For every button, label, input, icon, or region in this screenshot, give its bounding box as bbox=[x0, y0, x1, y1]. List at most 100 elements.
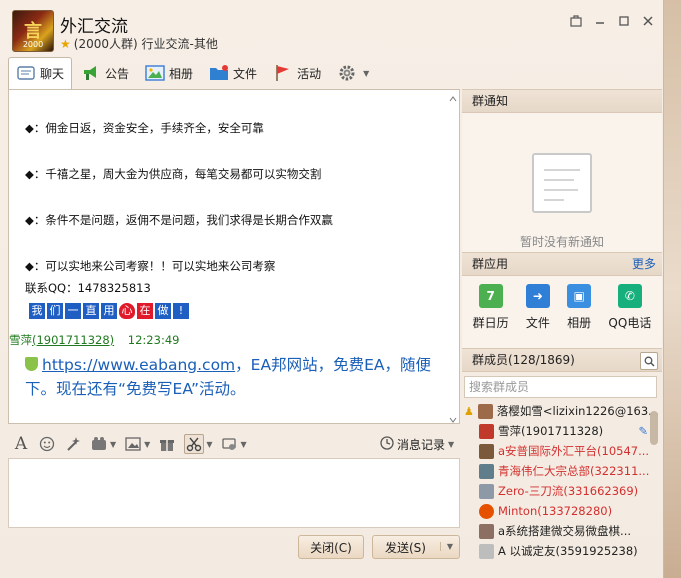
banner-char: 用 bbox=[101, 303, 117, 319]
sender-id[interactable]: (1901711328) bbox=[32, 333, 114, 347]
history-label: 消息记录 bbox=[397, 438, 446, 452]
chevron-down-icon: ▼ bbox=[363, 68, 370, 78]
right-panel: 群通知 暂时没有新通知 群应用 更多 7 群日历 ➜ 文件 ▣ 相册 ✆ QQ电… bbox=[462, 89, 662, 578]
tab-label: 公告 bbox=[105, 66, 130, 81]
avatar bbox=[479, 423, 494, 439]
phone-icon: ✆ bbox=[617, 284, 642, 308]
chevron-down-icon[interactable]: ▼ bbox=[144, 440, 150, 449]
banner-char: 一 bbox=[65, 303, 81, 319]
maximize-icon[interactable] bbox=[617, 14, 631, 28]
magic-icon[interactable] bbox=[64, 435, 82, 453]
member-list-scrollbar[interactable] bbox=[650, 411, 658, 445]
apps-title: 群应用 bbox=[472, 257, 509, 271]
member-name: a安普国际外汇平台(10547... bbox=[498, 444, 650, 458]
banner-char: 直 bbox=[83, 303, 99, 319]
chevron-down-icon[interactable]: ▼ bbox=[110, 440, 116, 449]
folder-icon bbox=[209, 64, 229, 82]
member-item[interactable]: 雪萍(1901711328) ✎ bbox=[464, 421, 660, 441]
tab-album[interactable]: 相册 bbox=[138, 58, 200, 88]
slogan-banner: 我 们 一 直 用 心 在 做 ! bbox=[29, 303, 189, 319]
minimize-icon[interactable] bbox=[593, 14, 607, 28]
scroll-up-icon[interactable] bbox=[449, 92, 457, 102]
close-button[interactable]: 关闭(C) bbox=[298, 535, 364, 559]
app-files[interactable]: ➜ 文件 bbox=[525, 276, 550, 348]
skin-icon[interactable] bbox=[569, 14, 583, 28]
shake-icon[interactable] bbox=[220, 435, 238, 453]
avatar bbox=[479, 483, 494, 499]
tab-chat[interactable]: 聊天 bbox=[8, 57, 73, 89]
notice-title: 群通知 bbox=[472, 94, 509, 108]
scroll-down-icon[interactable] bbox=[449, 413, 457, 423]
group-title: 外汇交流 bbox=[60, 17, 128, 37]
notice-header: 群通知 bbox=[462, 89, 662, 113]
group-tabs: 聊天 公告 相册 文件 活动 ▼ bbox=[8, 57, 376, 89]
gift-icon[interactable] bbox=[158, 435, 176, 453]
member-item[interactable]: a系统搭建微交易微盘棋... bbox=[464, 521, 660, 541]
app-label: 群日历 bbox=[472, 316, 509, 330]
chat-messages[interactable]: ◆：佣金日返，资金安全，手续齐全，安全可靠 ◆：千禧之星，周大金为供应商，每笔交… bbox=[8, 89, 460, 424]
gear-icon bbox=[337, 64, 357, 82]
edit-icon[interactable]: ✎ bbox=[638, 424, 648, 438]
message-input[interactable] bbox=[8, 458, 460, 528]
tab-label: 活动 bbox=[297, 66, 322, 81]
eabang-link[interactable]: https://www.eabang.com bbox=[42, 356, 235, 374]
message-history-button[interactable]: 消息记录 ▼ bbox=[380, 436, 454, 453]
notice-empty-text: 暂时没有新通知 bbox=[519, 235, 604, 249]
member-search-input[interactable]: 搜索群成员 bbox=[464, 376, 657, 398]
search-icon[interactable] bbox=[640, 352, 658, 370]
banner-char: 我 bbox=[29, 303, 45, 319]
app-label: 相册 bbox=[567, 316, 592, 330]
app-qq-phone[interactable]: ✆ QQ电话 bbox=[608, 276, 651, 348]
flag-icon bbox=[273, 64, 293, 82]
member-item[interactable]: 青海伟仁大宗总部(322311... bbox=[464, 461, 660, 481]
member-item[interactable]: ♟ 落樱如雪<lizixin1226@163... bbox=[464, 401, 660, 421]
qq-contact-line: 联系QQ：1478325813 bbox=[25, 281, 151, 295]
close-icon[interactable] bbox=[641, 14, 655, 28]
member-item[interactable]: A 以诚定友(3591925238) bbox=[464, 541, 660, 561]
tab-files[interactable]: 文件 bbox=[202, 58, 264, 88]
link-message: https://www.eabang.com，EA邦网站，免费EA，随便下。现在… bbox=[25, 353, 445, 401]
member-item[interactable]: Zero-三刀流(331662369) bbox=[464, 481, 660, 501]
sender-name[interactable]: 雪萍 bbox=[9, 333, 32, 347]
chat-line: ◆：可以实地来公司考察！！可以实地来公司考察 bbox=[25, 259, 276, 273]
send-button[interactable]: 发送(S) ▼ bbox=[372, 535, 460, 559]
chevron-down-icon[interactable]: ▼ bbox=[240, 440, 246, 449]
announcement-icon bbox=[81, 64, 101, 82]
chevron-down-icon[interactable]: ▼ bbox=[439, 542, 453, 551]
font-icon[interactable]: A bbox=[12, 434, 30, 454]
avatar bbox=[479, 443, 494, 459]
banner-char: 心 bbox=[119, 303, 135, 319]
group-avatar[interactable]: 言 2000 bbox=[12, 10, 54, 52]
settings-button[interactable]: ▼ bbox=[330, 58, 376, 88]
avatar bbox=[479, 523, 494, 539]
tab-label: 聊天 bbox=[40, 67, 65, 81]
album-icon bbox=[145, 64, 165, 82]
app-calendar[interactable]: 7 群日历 bbox=[473, 276, 509, 348]
banner-char: 做 bbox=[155, 303, 171, 319]
window-controls bbox=[569, 14, 655, 28]
file-transfer-icon: ➜ bbox=[525, 284, 550, 308]
group-subtitle: ★ (2000人群) 行业交流-其他 bbox=[60, 35, 218, 52]
member-item[interactable]: a安普国际外汇平台(10547... bbox=[464, 441, 660, 461]
gif-icon[interactable] bbox=[90, 435, 108, 453]
message-time: 12:23:49 bbox=[127, 333, 180, 347]
send-label: 发送(S) bbox=[385, 540, 426, 555]
app-album[interactable]: ▣ 相册 bbox=[567, 276, 591, 348]
more-apps-link[interactable]: 更多 bbox=[632, 253, 656, 275]
image-icon[interactable] bbox=[124, 435, 142, 453]
tab-announcement[interactable]: 公告 bbox=[74, 58, 136, 88]
avatar bbox=[479, 543, 494, 559]
member-item[interactable]: Minton(133728280) bbox=[464, 501, 660, 521]
apps-header: 群应用 更多 bbox=[462, 252, 662, 276]
chevron-down-icon[interactable]: ▼ bbox=[206, 440, 212, 449]
chat-icon bbox=[16, 65, 36, 83]
member-name: A 以诚定友(3591925238) bbox=[498, 544, 638, 558]
tab-activity[interactable]: 活动 bbox=[266, 58, 328, 88]
avatar-subtext: 2000 bbox=[22, 40, 44, 49]
screenshot-icon[interactable] bbox=[184, 434, 205, 454]
owner-icon: ♟ bbox=[464, 404, 474, 418]
avatar bbox=[477, 403, 493, 419]
clock-icon bbox=[380, 436, 394, 453]
message-sender: 雪萍(1901711328) 12:23:49 bbox=[9, 332, 179, 348]
emoji-icon[interactable] bbox=[38, 435, 56, 453]
